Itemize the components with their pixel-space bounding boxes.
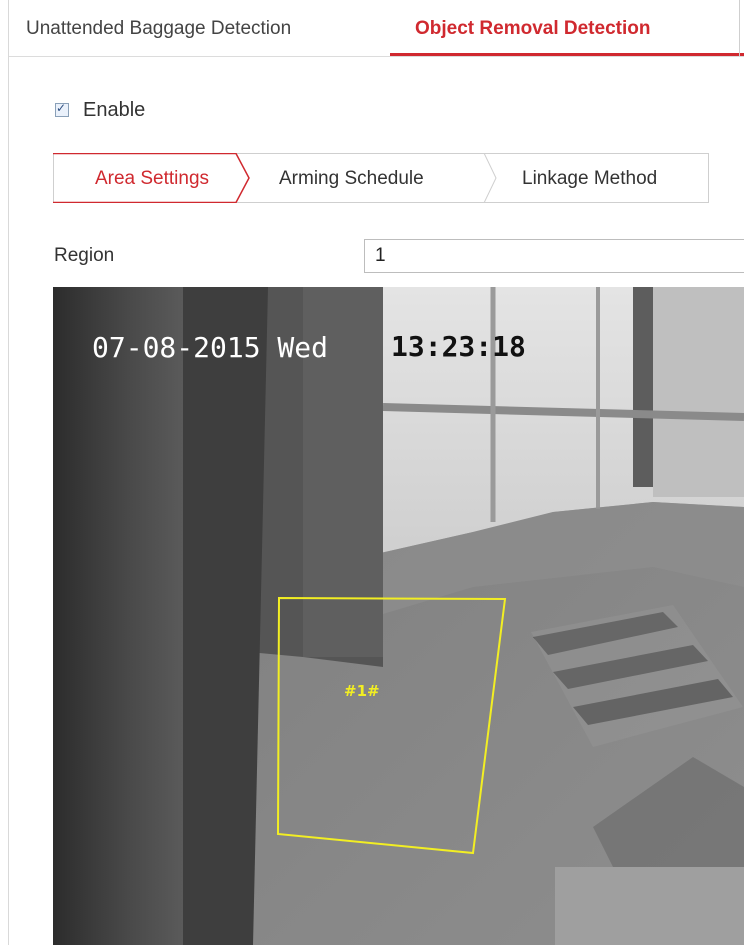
tab-divider [739,0,740,56]
enable-label: Enable [83,98,146,121]
region-label-tag: #1# [344,682,380,700]
tab-unattended-baggage-detection[interactable]: Unattended Baggage Detection [26,0,291,56]
osd-date: 07-08-2015 Wed [92,331,329,364]
live-video-view[interactable]: 07-08-2015 Wed 13:23:18 #1# [53,287,744,945]
left-border [8,0,9,945]
region-label: Region [54,245,115,266]
settings-subtabs: Area Settings Arming Schedule Linkage Me… [53,153,709,203]
tab-object-removal-detection[interactable]: Object Removal Detection [415,0,650,56]
tab-linkage-method[interactable]: Linkage Method [522,154,657,202]
detection-tabs: Unattended Baggage Detection Object Remo… [9,0,744,57]
enable-checkbox[interactable] [55,101,69,117]
camera-scene [53,287,744,945]
enable-row: Enable [55,97,145,123]
osd-time: 13:23:18 [391,330,526,363]
active-tab-indicator [390,53,744,56]
tab-area-settings[interactable]: Area Settings [54,154,250,202]
region-select[interactable] [364,239,744,273]
tab-arming-schedule[interactable]: Arming Schedule [279,154,424,202]
